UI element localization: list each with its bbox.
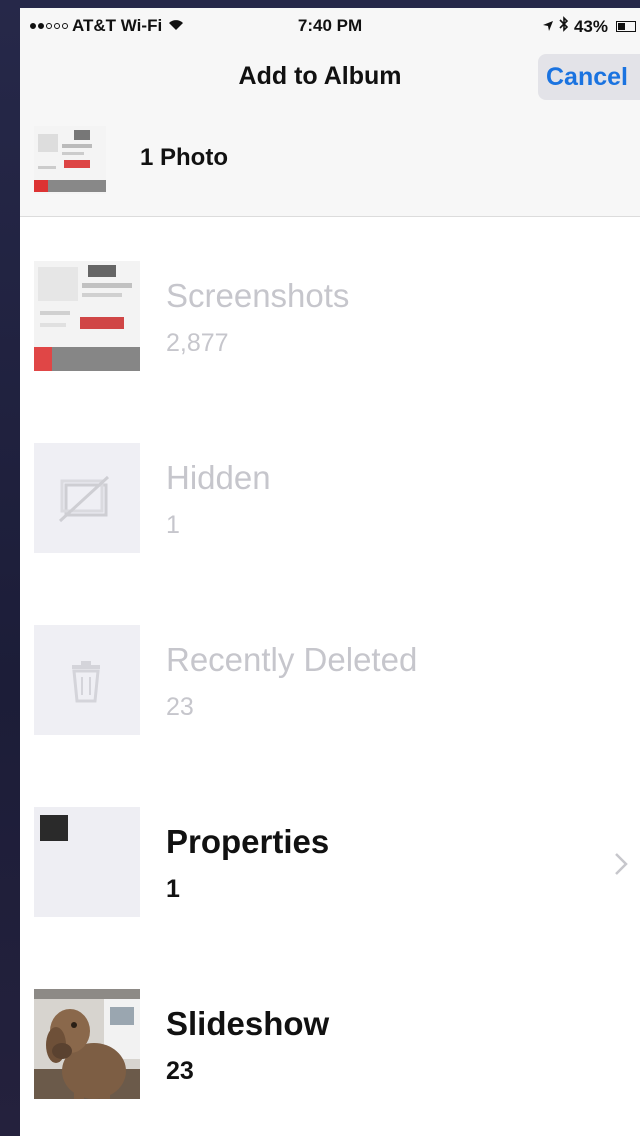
status-bar: AT&T Wi-Fi 7:40 PM 43% — [20, 8, 640, 42]
album-count: 1 — [166, 511, 180, 539]
hidden-icon — [34, 443, 140, 553]
album-count: 1 — [166, 875, 180, 903]
battery-icon — [616, 21, 636, 32]
navigation-bar: Add to Album Cancel — [20, 42, 640, 104]
album-count: 23 — [166, 1057, 194, 1085]
trash-icon — [34, 625, 140, 735]
selection-header: 1 Photo — [20, 104, 640, 217]
album-name: Hidden — [166, 459, 271, 496]
album-row-hidden: Hidden 1 — [20, 399, 640, 581]
album-name: Properties — [166, 823, 330, 860]
album-row-screenshots: Screenshots 2,877 — [20, 217, 640, 399]
phone-screen: AT&T Wi-Fi 7:40 PM 43% Add to Album Canc… — [20, 8, 640, 1136]
dog-photo-thumbnail — [34, 989, 140, 1099]
album-row-recently-deleted: Recently Deleted 23 — [20, 581, 640, 763]
bluetooth-icon — [559, 16, 569, 37]
cancel-button[interactable]: Cancel — [538, 54, 640, 100]
chevron-right-icon — [614, 851, 628, 883]
album-name: Screenshots — [166, 277, 350, 314]
album-count: 2,877 — [166, 329, 229, 357]
battery-percent: 43% — [573, 16, 608, 36]
album-name: Recently Deleted — [166, 641, 418, 678]
album-row-properties[interactable]: Properties 1 — [20, 763, 640, 945]
selection-count-label: 1 Photo — [140, 144, 228, 171]
screenshots-thumbnail — [34, 261, 140, 371]
selected-photo-thumbnail — [34, 126, 106, 194]
properties-thumbnail — [34, 807, 140, 917]
album-count: 23 — [166, 693, 194, 721]
status-right: 43% — [542, 16, 636, 37]
album-row-slideshow[interactable]: Slideshow 23 — [20, 945, 640, 1127]
album-name: Slideshow — [166, 1005, 330, 1042]
location-arrow-icon — [542, 17, 554, 37]
battery-fill — [618, 23, 625, 30]
